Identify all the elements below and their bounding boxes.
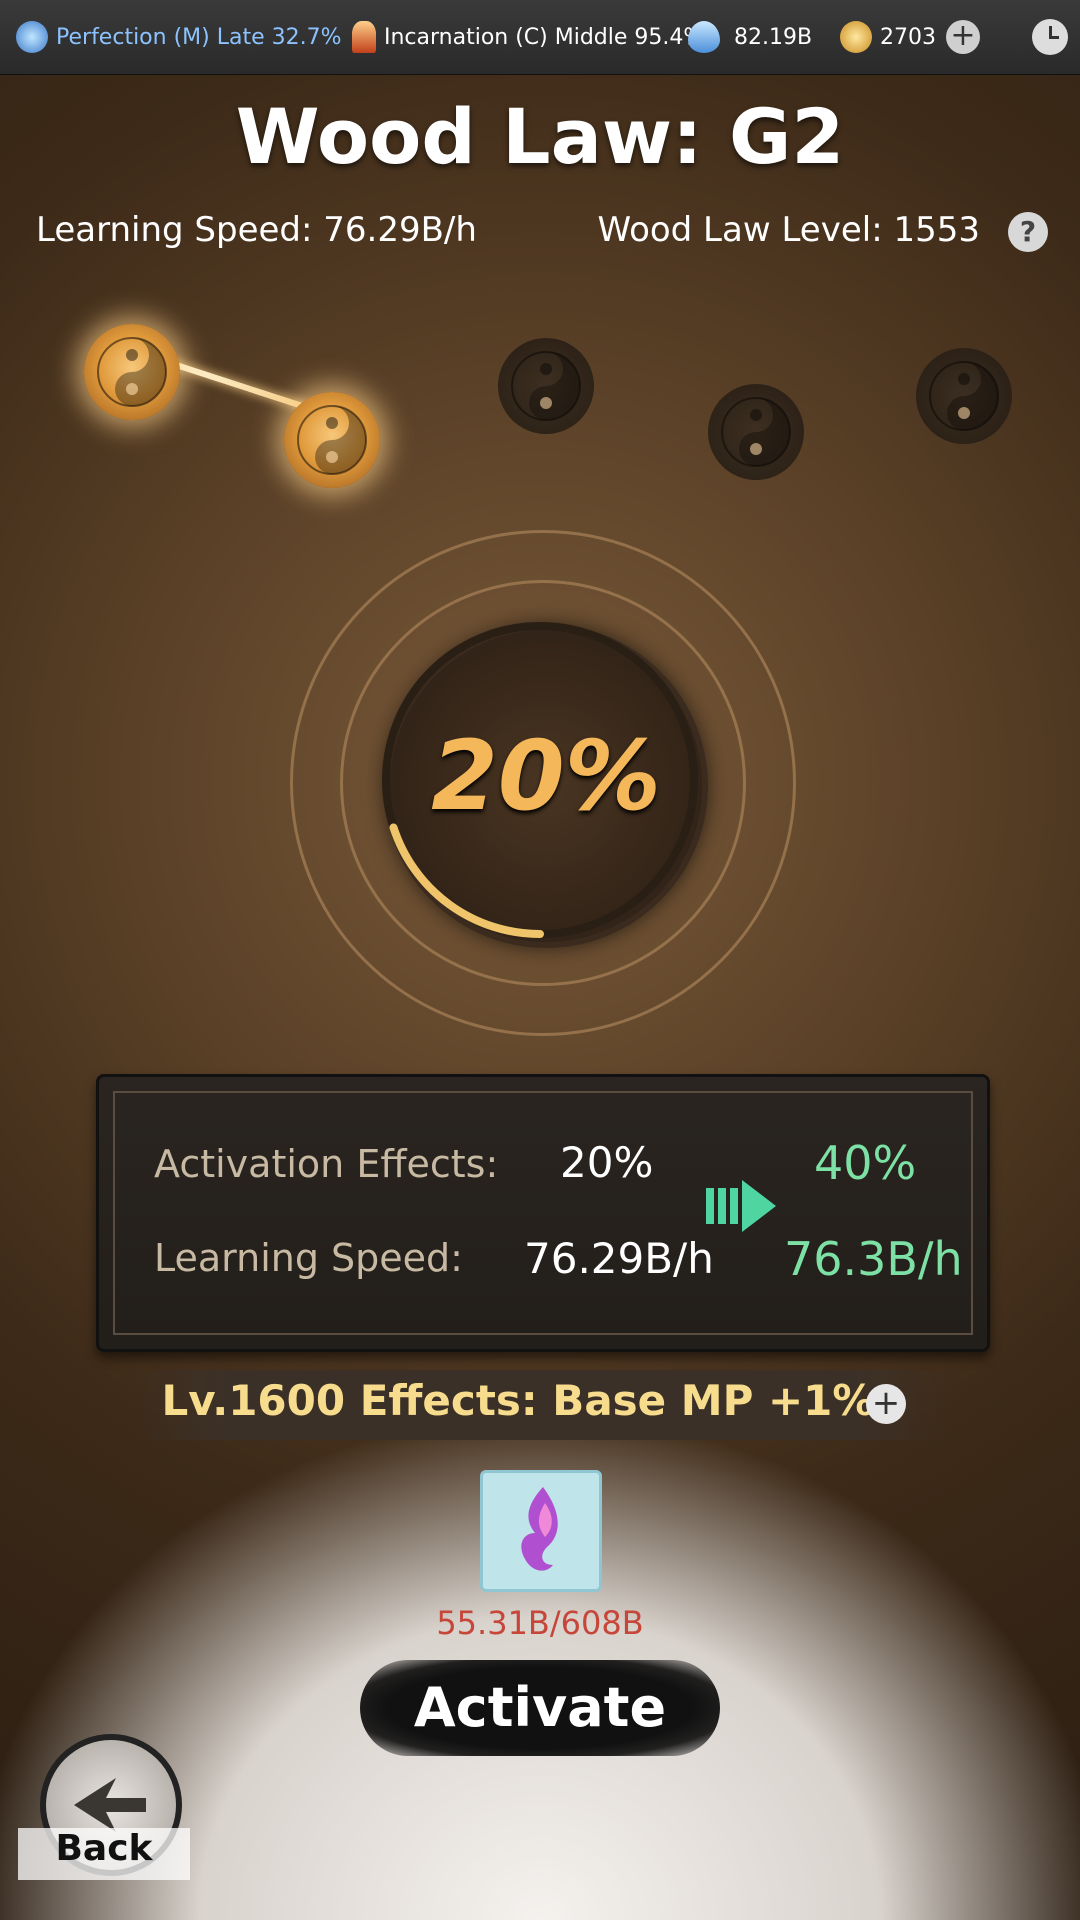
activation-next: 40% <box>814 1136 917 1190</box>
currency-counter: 2703 + <box>840 0 980 74</box>
spirit-orb-icon <box>16 21 48 53</box>
page-title: Wood Law: G2 <box>235 92 845 181</box>
level-effect-expand-button[interactable]: + <box>866 1384 906 1424</box>
yin-yang-node-icon <box>284 392 380 488</box>
cost-item-slot[interactable] <box>480 1470 602 1592</box>
yin-yang-node-icon <box>916 348 1012 444</box>
clock-icon[interactable] <box>1032 19 1068 55</box>
gold-coin-icon <box>840 21 872 53</box>
yin-yang-node-icon <box>708 384 804 480</box>
effects-panel <box>96 1074 990 1352</box>
purple-flame-icon <box>521 1487 558 1571</box>
activation-effects-label: Activation Effects: <box>154 1142 499 1186</box>
activate-button[interactable]: Activate <box>360 1660 720 1756</box>
crystal-counter: 82.19B <box>688 0 812 74</box>
realm-perfection[interactable]: Perfection (M) Late 32.7% <box>16 0 342 74</box>
learning-speed-label: Learning Speed: <box>154 1236 463 1280</box>
crystal-icon <box>688 21 720 53</box>
upgrade-arrow-icon <box>706 1180 776 1232</box>
progress-percent: 20% <box>431 720 661 832</box>
law-level-header: Wood Law Level: 1553 <box>597 210 980 250</box>
flame-figure-icon <box>352 21 376 53</box>
learning-speed-header: Learning Speed: 76.29B/h <box>36 210 477 250</box>
yin-yang-node-icon <box>498 338 594 434</box>
level-effect-text: Lv.1600 Effects: Base MP +1% <box>161 1376 875 1425</box>
activation-current: 20% <box>560 1138 654 1187</box>
yin-yang-node-icon <box>84 324 180 420</box>
realm-incarnation[interactable]: Incarnation (C) Middle 95.4% <box>352 0 704 74</box>
cost-text: 55.31B/608B <box>436 1604 644 1642</box>
speed-current: 76.29B/h <box>524 1234 714 1283</box>
top-resource-bar: Perfection (M) Late 32.7% Incarnation (C… <box>0 0 1080 75</box>
speed-next: 76.3B/h <box>784 1232 963 1286</box>
help-icon[interactable]: ? <box>1008 212 1048 252</box>
effects-panel-frame <box>113 1091 973 1335</box>
add-currency-button[interactable]: + <box>946 20 980 54</box>
back-label[interactable]: Back <box>18 1828 190 1880</box>
